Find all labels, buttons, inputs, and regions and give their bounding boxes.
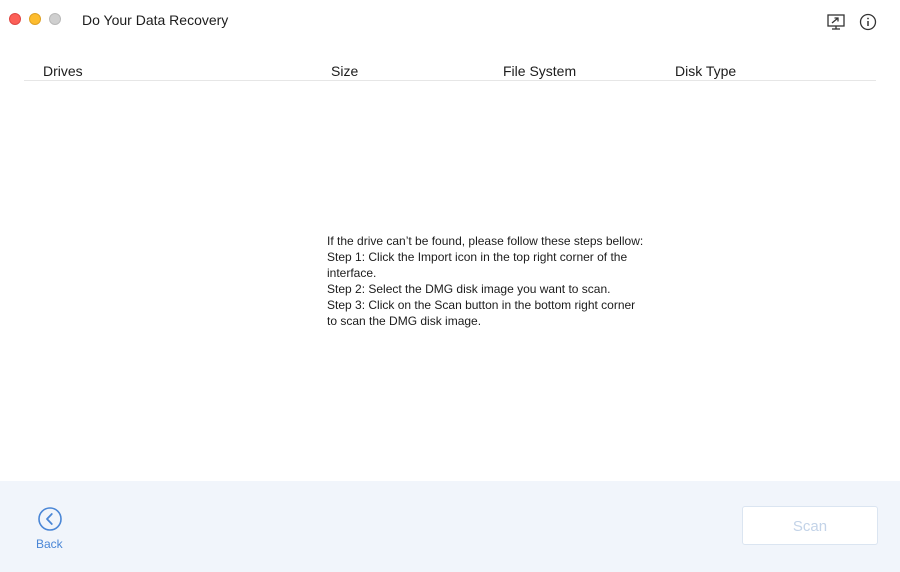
help-line: Step 2: Select the DMG disk image you wa… [327, 282, 611, 296]
back-label: Back [36, 537, 63, 551]
footer-bar: Back Scan [0, 481, 900, 572]
column-header-file-system[interactable]: File System [503, 63, 576, 79]
column-header-disk-type[interactable]: Disk Type [675, 63, 736, 79]
app-title: Do Your Data Recovery [82, 12, 229, 28]
back-button[interactable]: Back [34, 507, 66, 553]
help-line: to scan the DMG disk image. [327, 314, 482, 328]
help-line: Step 1: Click the Import icon in the top… [327, 250, 628, 264]
help-line: interface. [327, 266, 377, 280]
help-line: Step 3: Click on the Scan button in the … [327, 298, 636, 312]
drives-table-header: Drives Size File System Disk Type [24, 56, 876, 81]
close-window-button[interactable] [9, 13, 21, 25]
scan-button[interactable]: Scan [742, 506, 878, 545]
drive-not-found-instructions: If the drive can’t be found, please foll… [327, 233, 687, 329]
app-window: Do Your Data Recovery Drives Size File S… [0, 0, 900, 572]
column-header-drives[interactable]: Drives [43, 63, 83, 79]
import-icon[interactable] [826, 12, 846, 32]
help-line: If the drive can’t be found, please foll… [327, 234, 644, 248]
zoom-window-button[interactable] [49, 13, 61, 25]
info-icon[interactable] [858, 12, 878, 32]
chevron-left-circle-icon [38, 507, 62, 531]
column-header-size[interactable]: Size [331, 63, 358, 79]
minimize-window-button[interactable] [29, 13, 41, 25]
title-bar: Do Your Data Recovery [0, 0, 900, 40]
